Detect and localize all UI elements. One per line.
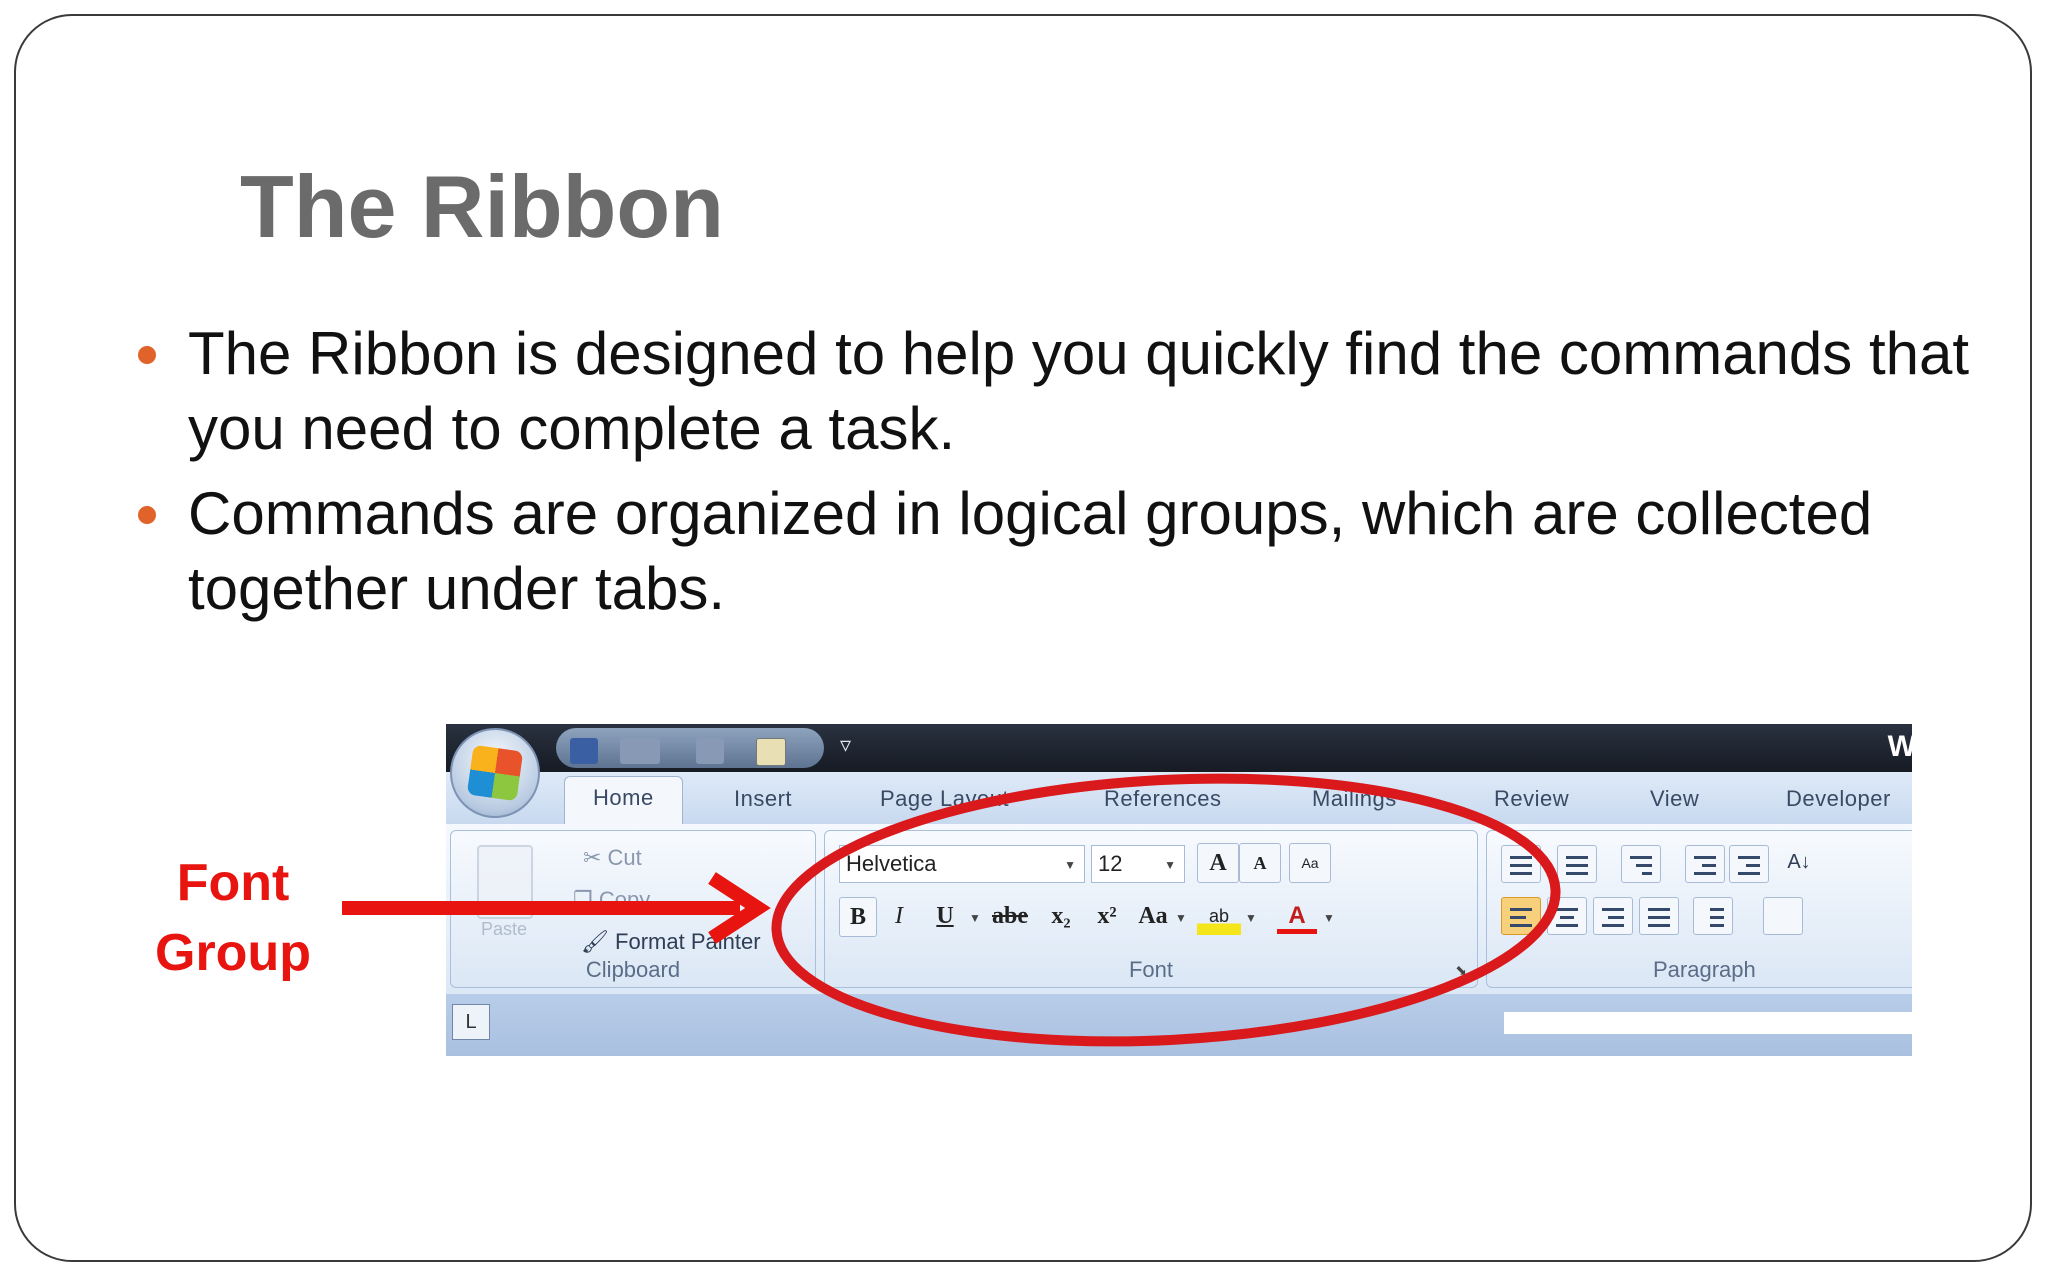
underline-button[interactable]: U (927, 897, 963, 935)
format-painter-label: Format Painter (615, 929, 761, 954)
quick-print-icon[interactable] (756, 738, 786, 766)
paragraph-group: A↓ Paragraph (1486, 830, 1912, 988)
format-painter-button[interactable]: 🖌 Format Painter (581, 929, 761, 955)
font-name-box[interactable]: Helvetica ▼ (839, 845, 1085, 883)
font-size-dropdown-icon[interactable]: ▼ (1164, 858, 1176, 872)
redo-icon[interactable] (696, 738, 724, 764)
quick-access-toolbar: ▿ W (446, 724, 1912, 772)
clear-formatting-button[interactable]: Aa (1289, 843, 1331, 883)
cut-label: Cut (607, 845, 642, 870)
decrease-indent-icon[interactable] (1685, 845, 1725, 883)
shrink-font-button[interactable]: A (1239, 843, 1281, 883)
subscript-button[interactable]: x₂ (1041, 897, 1081, 935)
ribbon-screenshot: ▿ W Home Insert Page Layout References M… (446, 724, 1912, 1056)
quick-access-pill (556, 728, 824, 768)
font-name-dropdown-icon[interactable]: ▼ (1064, 858, 1076, 872)
font-color-button[interactable]: A (1277, 897, 1317, 934)
font-group-callout: Font Group (110, 848, 356, 988)
ribbon-tab-bar: Home Insert Page Layout References Maili… (446, 772, 1912, 824)
bullet-item: The Ribbon is designed to help you quick… (134, 316, 1974, 466)
copy-button[interactable]: ❐ Copy (573, 887, 650, 913)
font-group: Helvetica ▼ 12 ▼ A A Aa B I U ▼ abe x₂ x… (824, 830, 1478, 988)
tab-mailings[interactable]: Mailings (1312, 786, 1397, 812)
cut-button[interactable]: ✂ Cut (583, 845, 642, 871)
bullet-text: Commands are organized in logical groups… (188, 480, 1873, 622)
clipboard-group-label: Clipboard (585, 957, 681, 982)
paste-icon[interactable] (477, 845, 533, 919)
align-right-icon[interactable] (1593, 897, 1633, 935)
save-icon[interactable] (570, 738, 598, 764)
copy-label: Copy (598, 887, 651, 912)
callout-line-1: Font (176, 854, 290, 912)
slide-title: The Ribbon (240, 157, 724, 256)
undo-icon[interactable] (620, 738, 660, 764)
paste-label: Paste (481, 919, 528, 939)
strikethrough-button[interactable]: abe (985, 897, 1035, 935)
tab-page-layout[interactable]: Page Layout (880, 786, 1009, 812)
change-case-dropdown-icon[interactable]: ▼ (1175, 911, 1187, 925)
tab-view[interactable]: View (1650, 786, 1699, 812)
customize-toolbar-icon[interactable]: ▿ (840, 732, 851, 758)
ribbon-content: Paste ✂ Cut ❐ Copy 🖌 Format Painter Clip… (446, 824, 1912, 994)
tab-references[interactable]: References (1104, 786, 1222, 812)
bullet-list: The Ribbon is designed to help you quick… (134, 316, 1974, 636)
change-case-button[interactable]: Aa (1133, 897, 1173, 935)
numbering-icon[interactable] (1557, 845, 1597, 883)
font-size-value: 12 (1098, 851, 1123, 876)
callout-line-2: Group (155, 924, 311, 982)
superscript-button[interactable]: x² (1087, 897, 1127, 935)
align-center-icon[interactable] (1547, 897, 1587, 935)
tab-review[interactable]: Review (1494, 786, 1569, 812)
horizontal-ruler[interactable] (1504, 1012, 1912, 1034)
font-group-label: Font (1128, 957, 1174, 982)
highlight-button[interactable]: ab (1197, 897, 1241, 935)
font-name-value: Helvetica (846, 851, 937, 876)
align-left-icon[interactable] (1501, 897, 1541, 935)
paragraph-group-label: Paragraph (1653, 957, 1756, 982)
italic-button[interactable]: I (881, 897, 917, 935)
increase-indent-icon[interactable] (1729, 845, 1769, 883)
font-size-box[interactable]: 12 ▼ (1091, 845, 1185, 883)
clipboard-group: Paste ✂ Cut ❐ Copy 🖌 Format Painter Clip… (450, 830, 816, 988)
tab-home[interactable]: Home (564, 776, 683, 824)
shading-icon[interactable] (1763, 897, 1803, 935)
multilevel-list-icon[interactable] (1621, 845, 1661, 883)
tab-insert[interactable]: Insert (734, 786, 792, 812)
line-spacing-icon[interactable] (1693, 897, 1733, 935)
office-button[interactable] (450, 728, 540, 818)
slide-frame: The Ribbon The Ribbon is designed to hel… (14, 14, 2032, 1262)
sort-button[interactable]: A↓ (1777, 843, 1821, 881)
highlight-dropdown-icon[interactable]: ▼ (1245, 911, 1257, 925)
justify-icon[interactable] (1639, 897, 1679, 935)
font-color-dropdown-icon[interactable]: ▼ (1323, 911, 1335, 925)
underline-dropdown-icon[interactable]: ▼ (969, 911, 981, 925)
bullet-text: The Ribbon is designed to help you quick… (188, 320, 1970, 462)
bullet-dot-icon (138, 506, 156, 524)
window-title: W (1887, 730, 1912, 763)
tab-developer[interactable]: Developer (1786, 786, 1891, 812)
font-dialog-launcher-icon[interactable]: ⬊ (1455, 962, 1467, 979)
bullet-dot-icon (138, 346, 156, 364)
ruler-bar: L (446, 994, 1912, 1056)
tab-selector-button[interactable]: L (452, 1004, 490, 1040)
bullet-item: Commands are organized in logical groups… (134, 476, 1974, 626)
bold-button[interactable]: B (839, 897, 877, 937)
grow-font-button[interactable]: A (1197, 843, 1239, 883)
office-logo-icon (466, 744, 524, 802)
bullets-icon[interactable] (1501, 845, 1541, 883)
